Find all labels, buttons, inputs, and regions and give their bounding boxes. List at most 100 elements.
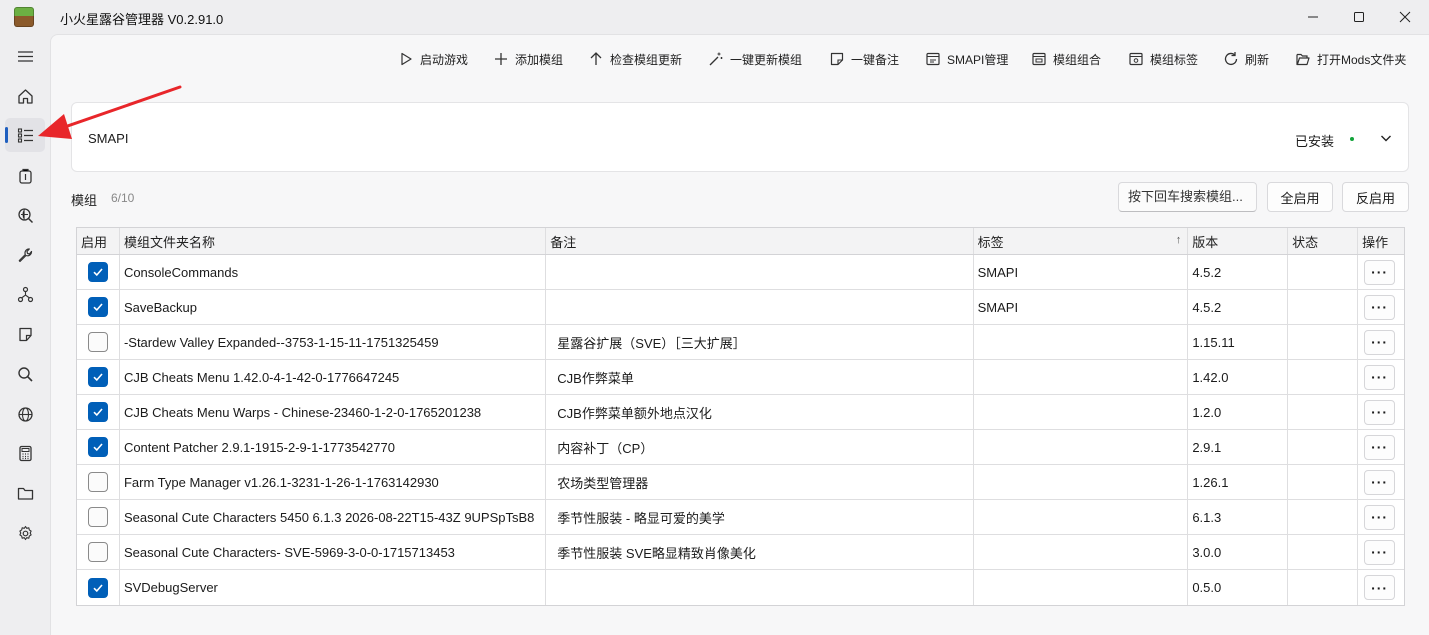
checkmark-icon xyxy=(93,373,103,382)
mod-version: 1.2.0 xyxy=(1188,395,1289,429)
installed-indicator xyxy=(1350,137,1354,141)
enable-checkbox[interactable] xyxy=(87,542,108,562)
table-row[interactable]: SVDebugServer 0.5.0 ··· xyxy=(77,570,1404,605)
title-bar: 小火星露谷管理器 V0.2.91.0 xyxy=(0,0,1429,34)
table-row[interactable]: SaveBackup SMAPI 4.5.2 ··· xyxy=(77,290,1404,325)
app-title: 小火星露谷管理器 V0.2.91.0 xyxy=(60,12,224,27)
table-row[interactable]: Seasonal Cute Characters- SVE-5969-3-0-0… xyxy=(77,535,1404,570)
enable-checkbox[interactable] xyxy=(87,437,108,457)
refresh-button[interactable]: 刷新 xyxy=(1223,47,1269,71)
nav-tools[interactable] xyxy=(5,238,45,272)
actions-cell: ··· xyxy=(1358,255,1404,289)
column-header-version[interactable]: 版本 xyxy=(1188,228,1289,254)
enable-checkbox[interactable] xyxy=(87,297,108,317)
mods-section-title: 模组 xyxy=(71,193,98,208)
mod-name: Seasonal Cute Characters 5450 6.1.3 2026… xyxy=(120,500,547,534)
table-row[interactable]: CJB Cheats Menu 1.42.0-4-1-42-0-17766472… xyxy=(77,360,1404,395)
add-mod-button[interactable]: 添加模组 xyxy=(493,47,563,71)
nav-menu-toggle[interactable] xyxy=(5,39,45,73)
enable-checkbox[interactable] xyxy=(87,577,108,598)
close-button[interactable] xyxy=(1382,0,1428,34)
enable-checkbox[interactable] xyxy=(87,507,108,527)
enable-all-button[interactable]: 全启用 xyxy=(1267,182,1333,212)
mod-search-input[interactable]: 按下回车搜索模组... xyxy=(1118,182,1257,212)
enable-checkbox[interactable] xyxy=(87,367,108,387)
nav-search-online[interactable] xyxy=(5,198,45,232)
open-mods-folder-button[interactable]: 打开Mods文件夹 xyxy=(1295,47,1406,71)
nav-items[interactable] xyxy=(5,158,45,192)
wrench-icon xyxy=(18,247,32,262)
chevron-down-icon[interactable] xyxy=(1378,130,1394,146)
table-row[interactable]: Seasonal Cute Characters 5450 6.1.3 2026… xyxy=(77,500,1404,535)
more-actions-button[interactable]: ··· xyxy=(1364,294,1396,320)
table-row[interactable]: Farm Type Manager v1.26.1-3231-1-26-1-17… xyxy=(77,465,1404,500)
mod-note[interactable] xyxy=(546,255,974,289)
mod-note[interactable] xyxy=(546,290,974,324)
more-actions-button[interactable]: ··· xyxy=(1364,364,1396,390)
enable-cell xyxy=(77,395,120,429)
mod-note[interactable]: 星露谷扩展（SVE）［三大扩展］ xyxy=(546,325,974,359)
nav-home[interactable] xyxy=(5,79,45,113)
column-header-name[interactable]: 模组文件夹名称 xyxy=(120,228,547,254)
invert-enable-button[interactable]: 反启用 xyxy=(1342,182,1409,212)
wand-icon xyxy=(709,52,723,66)
nav-mod-list[interactable] xyxy=(5,118,45,152)
nav-notes[interactable] xyxy=(5,317,45,351)
nav-folder[interactable] xyxy=(5,476,45,510)
mod-note[interactable]: CJB作弊菜单 xyxy=(546,360,974,394)
column-header-note[interactable]: 备注 xyxy=(546,228,974,254)
mod-tag xyxy=(974,430,1189,464)
arrow-up-icon xyxy=(590,52,602,65)
check-updates-button[interactable]: 检查模组更新 xyxy=(588,47,682,71)
enable-cell xyxy=(77,570,120,605)
mod-note[interactable]: 季节性服装 SVE略显精致肖像美化 xyxy=(546,535,974,569)
enable-checkbox[interactable] xyxy=(87,332,108,352)
note-icon xyxy=(18,327,32,341)
more-actions-button[interactable]: ··· xyxy=(1364,434,1396,460)
mod-note[interactable]: 农场类型管理器 xyxy=(546,465,974,499)
smapi-manage-button[interactable]: SMAPI管理 xyxy=(925,47,1008,71)
nav-web[interactable] xyxy=(5,397,45,431)
bulk-note-button[interactable]: 一键备注 xyxy=(829,47,899,71)
actions-cell: ··· xyxy=(1358,570,1404,605)
table-row[interactable]: -Stardew Valley Expanded--3753-1-15-11-1… xyxy=(77,325,1404,360)
mod-tag xyxy=(974,395,1189,429)
nav-network[interactable] xyxy=(5,277,45,311)
more-actions-button[interactable]: ··· xyxy=(1364,575,1396,600)
more-actions-button[interactable]: ··· xyxy=(1364,329,1396,355)
table-row[interactable]: Content Patcher 2.9.1-1915-2-9-1-1773542… xyxy=(77,430,1404,465)
column-header-enabled[interactable]: 启用 xyxy=(77,228,120,254)
combo-icon xyxy=(1032,52,1046,66)
table-row[interactable]: ConsoleCommands SMAPI 4.5.2 ··· xyxy=(77,255,1404,290)
mod-combo-button[interactable]: 模组组合 xyxy=(1031,47,1101,71)
nav-settings[interactable] xyxy=(5,516,45,550)
nav-search[interactable] xyxy=(5,357,45,391)
mod-note[interactable]: CJB作弊菜单额外地点汉化 xyxy=(546,395,974,429)
update-all-button[interactable]: 一键更新模组 xyxy=(708,47,802,71)
more-actions-button[interactable]: ··· xyxy=(1364,504,1396,530)
enable-checkbox[interactable] xyxy=(87,262,108,282)
maximize-button[interactable] xyxy=(1336,0,1382,34)
smapi-card[interactable]: SMAPI 已安装 xyxy=(71,102,1409,172)
more-actions-button[interactable]: ··· xyxy=(1364,469,1396,495)
mod-note[interactable]: 季节性服装 - 略显可爱的美学 xyxy=(546,500,974,534)
more-actions-button[interactable]: ··· xyxy=(1364,539,1396,565)
enable-checkbox[interactable] xyxy=(87,402,108,422)
mod-note[interactable] xyxy=(546,570,974,605)
column-header-tag[interactable]: 标签 ↑ xyxy=(974,228,1189,254)
nav-calculator[interactable] xyxy=(5,436,45,470)
more-actions-button[interactable]: ··· xyxy=(1364,259,1396,285)
table-row[interactable]: CJB Cheats Menu Warps - Chinese-23460-1-… xyxy=(77,395,1404,430)
column-header-status[interactable]: 状态 xyxy=(1288,228,1359,254)
mod-status xyxy=(1288,430,1359,464)
column-header-actions[interactable]: 操作 xyxy=(1358,228,1404,254)
more-actions-button[interactable]: ··· xyxy=(1364,399,1396,425)
enable-checkbox[interactable] xyxy=(87,472,108,492)
mod-tags-button[interactable]: 模组标签 xyxy=(1128,47,1198,71)
mod-note[interactable]: 内容补丁（CP） xyxy=(546,430,974,464)
menu-icon xyxy=(17,50,33,62)
minimize-button[interactable] xyxy=(1290,0,1336,34)
launch-game-button[interactable]: 启动游戏 xyxy=(398,47,468,71)
enable-cell xyxy=(77,500,120,534)
actions-cell: ··· xyxy=(1358,290,1404,324)
